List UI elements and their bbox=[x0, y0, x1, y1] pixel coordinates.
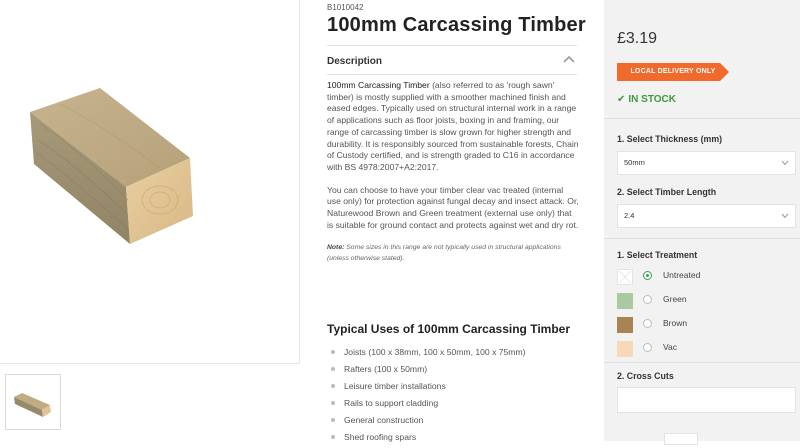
chevron-down-icon bbox=[781, 160, 789, 166]
divider bbox=[604, 118, 800, 119]
treatment-option-label: Untreated bbox=[663, 270, 701, 280]
brown-swatch bbox=[617, 317, 633, 333]
note-text: Some sizes in this range are not typical… bbox=[327, 244, 561, 263]
timber-thumbnail-image bbox=[14, 393, 51, 417]
check-icon: ✔ bbox=[617, 94, 626, 105]
treatment-option-label: Vac bbox=[663, 342, 678, 352]
delivery-badge: LOCAL DELIVERY ONLY bbox=[617, 63, 729, 81]
radio-button[interactable] bbox=[643, 319, 652, 328]
treatment-option-green[interactable]: Green bbox=[617, 292, 787, 310]
product-thumbnail[interactable] bbox=[5, 374, 61, 430]
list-item: Leisure timber installations bbox=[327, 380, 526, 397]
thickness-label: 1. Select Thickness (mm) bbox=[617, 134, 723, 144]
page-title: 100mm Carcassing Timber bbox=[327, 14, 586, 36]
note-label: Note: bbox=[327, 244, 345, 252]
radio-button[interactable] bbox=[643, 271, 652, 280]
list-item: Rails to support cladding bbox=[327, 397, 526, 414]
length-label: 2. Select Timber Length bbox=[617, 187, 717, 197]
vac-swatch bbox=[617, 341, 633, 357]
treatment-option-label: Brown bbox=[663, 318, 688, 328]
treatment-option-brown[interactable]: Brown bbox=[617, 316, 787, 334]
stock-status-label: IN STOCK bbox=[628, 94, 676, 105]
product-sku: B1010042 bbox=[327, 3, 364, 12]
description-note: Note: Some sizes in this range are not t… bbox=[327, 242, 579, 264]
purchase-panel: £3.19 LOCAL DELIVERY ONLY ✔ IN STOCK 1. S… bbox=[604, 0, 800, 445]
chevron-up-icon[interactable] bbox=[563, 55, 575, 63]
product-image-panel[interactable] bbox=[0, 0, 300, 364]
description-body: 100mm Carcassing Timber (also referred t… bbox=[327, 80, 579, 275]
list-item: Rafters (100 x 50mm) bbox=[327, 363, 526, 380]
crosscuts-input[interactable] bbox=[617, 387, 796, 413]
radio-button[interactable] bbox=[643, 343, 652, 352]
quantity-input[interactable] bbox=[664, 433, 698, 445]
description-accordion-header[interactable]: Description bbox=[327, 45, 577, 75]
treatment-option-vac[interactable]: Vac bbox=[617, 340, 787, 358]
list-item: Joists (100 x 38mm, 100 x 50mm, 100 x 75… bbox=[327, 346, 526, 363]
typical-uses-heading: Typical Uses of 100mm Carcassing Timber bbox=[327, 322, 570, 336]
treatment-option-untreated[interactable]: Untreated bbox=[617, 268, 787, 286]
product-price: £3.19 bbox=[617, 30, 658, 47]
description-paragraph-1: 100mm Carcassing Timber (also referred t… bbox=[327, 80, 579, 174]
treatment-option-label: Green bbox=[663, 294, 687, 304]
description-paragraph-2: You can choose to have your timber clear… bbox=[327, 184, 579, 230]
stock-status: ✔ IN STOCK bbox=[617, 94, 679, 105]
divider bbox=[604, 238, 800, 239]
crosscuts-label: 2. Cross Cuts bbox=[617, 371, 674, 381]
treatment-label: 1. Select Treatment bbox=[617, 250, 698, 260]
description-text: (also referred to as 'rough sawn' timber… bbox=[327, 80, 579, 172]
description-label: Description bbox=[327, 56, 383, 67]
green-swatch bbox=[617, 293, 633, 309]
list-item: General construction bbox=[327, 414, 526, 431]
divider bbox=[604, 362, 800, 363]
length-select[interactable]: 2.4 bbox=[617, 204, 796, 228]
list-item: Shed roofing spars bbox=[327, 431, 526, 448]
chevron-down-icon bbox=[781, 213, 789, 219]
length-value: 2.4 bbox=[624, 211, 635, 220]
description-strong: 100mm Carcassing Timber bbox=[327, 80, 430, 90]
typical-uses-list: Joists (100 x 38mm, 100 x 50mm, 100 x 75… bbox=[327, 346, 526, 448]
timber-plank-image bbox=[30, 88, 193, 244]
thickness-value: 50mm bbox=[624, 158, 645, 167]
thickness-select[interactable]: 50mm bbox=[617, 151, 796, 175]
radio-button[interactable] bbox=[643, 295, 652, 304]
untreated-swatch-icon bbox=[617, 269, 633, 285]
